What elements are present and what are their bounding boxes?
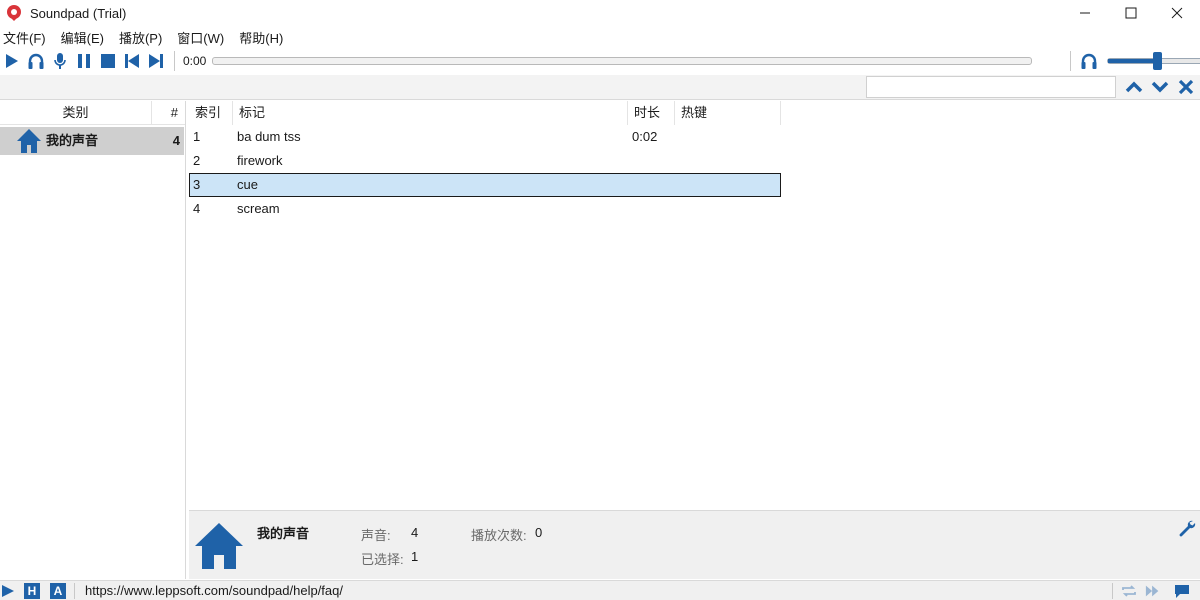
wrench-icon[interactable] (1178, 519, 1196, 537)
menu-window[interactable]: 窗口(W) (174, 28, 227, 47)
category-info-panel: 我的声音 声音: 4 已选择: 1 播放次数: 0 (189, 510, 1200, 579)
sound-row-selected[interactable]: 3 cue (189, 173, 781, 197)
next-icon (149, 54, 163, 68)
play-button[interactable] (0, 49, 24, 73)
headphones-icon (1081, 53, 1097, 69)
search-input[interactable] (866, 76, 1116, 98)
categories-header: 类别 # (0, 101, 185, 125)
microphone-icon (54, 53, 66, 69)
repeat-icon (1122, 585, 1136, 597)
speech-bubble-icon (1175, 585, 1189, 598)
menu-file[interactable]: 文件(F) (0, 28, 49, 47)
info-sounds-label: 声音: (361, 528, 391, 543)
play-to-microphone-button[interactable] (48, 49, 72, 73)
home-icon (17, 129, 41, 153)
search-bar (0, 75, 1200, 100)
column-header-category[interactable]: 类别 (0, 101, 152, 125)
soundpad-logo-icon (7, 5, 21, 21)
category-item[interactable]: 我的声音 4 (0, 127, 184, 155)
feedback-button[interactable] (1174, 583, 1190, 599)
status-separator (1112, 583, 1113, 599)
menu-play[interactable]: 播放(P) (116, 28, 165, 47)
search-previous-button[interactable] (1122, 76, 1146, 98)
volume-separator (1070, 51, 1071, 71)
status-text: https://www.leppsoft.com/soundpad/help/f… (85, 583, 343, 598)
sound-index: 2 (193, 153, 201, 168)
sound-index: 3 (193, 177, 201, 192)
title-bar: Soundpad (Trial) (0, 0, 1200, 26)
close-icon (1171, 7, 1183, 19)
toolbar: 0:00 (0, 48, 1200, 74)
status-play-button[interactable] (0, 583, 16, 599)
minimize-icon (1080, 12, 1090, 14)
menu-bar: 文件(F) 编辑(E) 播放(P) 窗口(W) 帮助(H) (0, 27, 295, 47)
sound-row[interactable]: 2 firework (189, 149, 781, 173)
search-close-button[interactable] (1174, 76, 1198, 98)
fast-forward-icon (1145, 585, 1159, 597)
info-category-name: 我的声音 (257, 526, 310, 541)
headphones-icon (28, 53, 44, 69)
sound-duration: 0:02 (632, 129, 658, 144)
column-header-index[interactable]: 索引 (189, 101, 233, 125)
sound-tag: scream (237, 201, 280, 216)
volume-level (1108, 59, 1157, 63)
repeat-button[interactable] (1121, 583, 1137, 599)
maximize-icon (1125, 7, 1137, 19)
auto-toggle-button[interactable]: A (50, 583, 66, 599)
previous-button[interactable] (120, 49, 144, 73)
column-header-count[interactable]: # (152, 101, 186, 125)
column-header-hotkey[interactable]: 热键 (675, 101, 781, 125)
column-header-duration[interactable]: 时长 (628, 101, 675, 125)
pause-button[interactable] (72, 49, 96, 73)
sound-tag: firework (237, 153, 283, 168)
sound-row[interactable]: 4 scream (189, 197, 781, 221)
close-window-button[interactable] (1154, 0, 1200, 26)
previous-icon (125, 54, 139, 68)
sound-index: 4 (193, 201, 201, 216)
toolbar-separator (174, 51, 175, 71)
categories-panel: 类别 # 我的声音 4 (0, 101, 186, 579)
stop-button[interactable] (96, 49, 120, 73)
volume-slider-thumb[interactable] (1153, 52, 1162, 70)
info-selected-label: 已选择: (361, 552, 404, 567)
sound-row[interactable]: 1 ba dum tss 0:02 (189, 125, 781, 149)
playback-progress-bar[interactable] (212, 57, 1033, 65)
column-header-tag[interactable]: 标记 (233, 101, 628, 125)
hotkeys-toggle-button[interactable]: H (24, 583, 40, 599)
volume-slider[interactable] (1107, 52, 1200, 70)
minimize-button[interactable] (1062, 0, 1108, 26)
sound-tag: cue (237, 177, 258, 192)
arrow-up-icon (1125, 81, 1143, 93)
close-icon (1178, 79, 1194, 95)
sound-tag: ba dum tss (237, 129, 301, 144)
sound-list-header: 索引 标记 时长 热键 (189, 101, 781, 125)
info-plays-label: 播放次数: (471, 528, 527, 543)
play-to-headphones-button[interactable] (24, 49, 48, 73)
menu-help[interactable]: 帮助(H) (236, 28, 286, 47)
play-icon (6, 54, 18, 68)
pause-icon (78, 54, 90, 68)
menu-edit[interactable]: 编辑(E) (58, 28, 107, 47)
info-selected-value: 1 (411, 549, 419, 564)
category-count: 4 (172, 133, 180, 148)
status-bar: H A https://www.leppsoft.com/soundpad/he… (0, 580, 1200, 600)
arrow-down-icon (1151, 81, 1169, 93)
playback-time: 0:00 (183, 54, 207, 68)
maximize-button[interactable] (1108, 0, 1154, 26)
next-button[interactable] (144, 49, 168, 73)
info-plays-value: 0 (535, 525, 543, 540)
search-next-button[interactable] (1148, 76, 1172, 98)
stop-icon (101, 54, 115, 68)
window-title: Soundpad (Trial) (30, 5, 127, 21)
headphones-volume-button[interactable] (1077, 49, 1101, 73)
info-sounds-value: 4 (411, 525, 419, 540)
sound-list: 索引 标记 时长 热键 1 ba dum tss 0:02 2 firework… (189, 101, 1200, 510)
home-icon (195, 523, 243, 569)
sound-index: 1 (193, 129, 201, 144)
fast-forward-button[interactable] (1145, 583, 1161, 599)
category-name: 我的声音 (46, 133, 99, 148)
status-separator (74, 583, 75, 599)
play-icon (2, 585, 14, 597)
